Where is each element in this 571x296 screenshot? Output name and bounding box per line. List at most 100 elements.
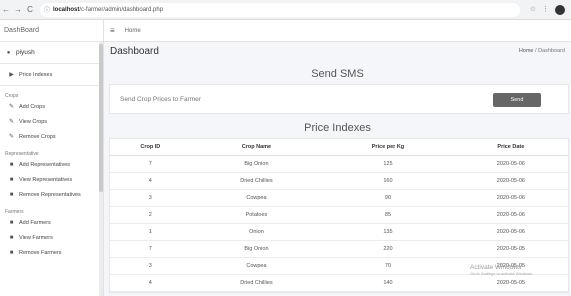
send-button[interactable]: Send xyxy=(493,93,541,107)
table-cell: 2 xyxy=(110,206,191,224)
user-icon: ■ xyxy=(9,176,14,183)
user-icon: ■ xyxy=(9,249,14,256)
breadcrumb-current: Dashboard xyxy=(538,48,565,54)
sidebar-heading-representative: Representative xyxy=(5,151,39,157)
page-title: Dashboard xyxy=(110,46,159,57)
sidebar-item-remove-crops[interactable]: ✎ Remove Crops xyxy=(0,129,103,144)
table-cell: 135 xyxy=(322,223,454,241)
user-icon: ■ xyxy=(9,191,14,198)
sidebar-item-add-farmers[interactable]: ■ Add Farmers xyxy=(0,215,103,230)
sidebar-item-view-crops[interactable]: ✎ View Crops xyxy=(0,114,103,129)
sidebar-item-label: Remove Crops xyxy=(19,133,56,140)
table-cell: Big Onion xyxy=(190,240,323,258)
table-cell: Dried Chillies xyxy=(190,172,323,190)
watermark-subtitle: Go to Settings to activate Windows. xyxy=(470,271,534,276)
nav-home-link[interactable]: Home xyxy=(125,28,141,34)
sms-card: Send Crop Prices to Farmer Send xyxy=(109,84,569,114)
table-cell: 3 xyxy=(110,189,191,207)
table-row: 4 Dried Chillies 160 2020-05-06 xyxy=(110,172,568,190)
sidebar-item-view-farmers[interactable]: ■ View Farmers xyxy=(0,230,103,245)
back-icon[interactable]: ← xyxy=(0,5,12,14)
column-header: Price Date xyxy=(453,139,568,156)
sidebar-scroll-thumb[interactable] xyxy=(99,44,103,192)
table-cell: 140 xyxy=(322,274,454,292)
price-indexes-title: Price Indexes xyxy=(304,122,371,134)
table-cell: 4 xyxy=(110,172,191,190)
table-cell: 160 xyxy=(322,172,454,190)
table-cell: Cowpea xyxy=(190,257,323,275)
activation-watermark: Activate Windows Go to Settings to activ… xyxy=(470,264,533,276)
breadcrumb: Home / Dashboard xyxy=(519,48,565,54)
sidebar-item-price-indexes[interactable]: ▶ Price Indexes xyxy=(0,64,103,86)
sidebar-item-view-representatives[interactable]: ■ View Representatives xyxy=(0,172,103,187)
user-icon: ● xyxy=(6,49,11,56)
profile-avatar[interactable] xyxy=(555,4,565,15)
pencil-icon: ✎ xyxy=(8,119,15,125)
table-cell: 2020-05-06 xyxy=(453,189,568,207)
browser-toolbar: ← → C ⓘ localhost /c-farmer/admin/dashbo… xyxy=(0,0,571,20)
bookmark-star-icon[interactable]: ☆ xyxy=(530,5,536,15)
watermark-title: Activate Windows xyxy=(470,264,522,271)
table-cell: Onion xyxy=(190,223,323,241)
table-cell: 2020-05-05 xyxy=(453,240,568,258)
sidebar-item-label: Add Farmers xyxy=(19,219,51,226)
sms-prompt: Send Crop Prices to Farmer xyxy=(120,95,201,103)
sidebar-item-add-crops[interactable]: ✎ Add Crops xyxy=(0,99,103,114)
sidebar-heading-farmers: Farmers xyxy=(5,209,24,215)
sidebar-item-label: Add Representatives xyxy=(19,161,71,168)
table-cell: 70 xyxy=(322,257,454,275)
sidebar-user[interactable]: ● piyush xyxy=(0,42,103,64)
user-icon: ■ xyxy=(9,219,14,226)
address-bar[interactable]: ⓘ localhost /c-farmer/admin/dashboard.ph… xyxy=(40,2,520,17)
table-cell: 1 xyxy=(110,223,191,241)
sms-section-title: Send SMS xyxy=(311,68,364,80)
table-cell: Potatoes xyxy=(190,206,323,224)
table-cell: 7 xyxy=(110,240,191,258)
sidebar-item-add-representatives[interactable]: ■ Add Representatives xyxy=(0,157,103,172)
sidebar-heading-crops: Crops xyxy=(5,93,19,99)
sidebar-item-label: Remove Representatives xyxy=(19,191,81,198)
sidebar-brand[interactable]: DashBoard xyxy=(0,20,103,42)
table-cell: 85 xyxy=(322,206,454,224)
table-row: 7 Big Onion 125 2020-05-06 xyxy=(110,155,568,173)
user-icon: ■ xyxy=(9,234,14,241)
user-name: piyush xyxy=(16,49,35,56)
table-cell: 2020-05-06 xyxy=(453,172,568,190)
table-cell: 2020-05-06 xyxy=(453,206,568,224)
browser-menu-icon[interactable]: ⋮ xyxy=(542,5,549,15)
table-cell: 220 xyxy=(322,240,454,258)
table-row: 7 Big Onion 220 2020-05-05 xyxy=(110,240,568,258)
table-cell: Cowpea xyxy=(190,189,323,207)
sidebar-item-label: Remove Farmers xyxy=(19,249,62,256)
reload-icon[interactable]: C xyxy=(24,5,36,14)
url-path: /c-farmer/admin/dashboard.php xyxy=(79,6,164,13)
column-header: Crop ID xyxy=(110,139,191,156)
sidebar: DashBoard ● piyush ▶ Price Indexes Crops… xyxy=(0,20,104,296)
info-icon[interactable]: ⓘ xyxy=(44,5,50,14)
main-content: Dashboard Home / Dashboard Send SMS Send… xyxy=(104,42,571,296)
sidebar-item-remove-representatives[interactable]: ■ Remove Representatives xyxy=(0,187,103,202)
table-cell: 3 xyxy=(110,257,191,275)
forward-icon[interactable]: → xyxy=(12,5,24,14)
url-host: localhost xyxy=(53,6,80,13)
table-cell: 90 xyxy=(322,189,454,207)
hamburger-menu-icon[interactable]: ≡ xyxy=(110,26,115,35)
table-cell: 7 xyxy=(110,155,191,173)
tag-icon: ▶ xyxy=(9,72,14,78)
column-header: Crop Name xyxy=(190,139,323,156)
table-row: 4 Dried Chillies 140 2020-05-05 xyxy=(110,274,568,292)
sidebar-item-label: View Representatives xyxy=(19,176,73,183)
table-cell: 125 xyxy=(322,155,454,173)
table-cell: 2020-05-06 xyxy=(453,223,568,241)
table-row: 1 Onion 135 2020-05-06 xyxy=(110,223,568,241)
breadcrumb-home[interactable]: Home xyxy=(519,48,534,54)
user-icon: ■ xyxy=(9,161,14,168)
sidebar-item-label: View Crops xyxy=(19,118,48,125)
table-row: 2 Potatoes 85 2020-05-06 xyxy=(110,206,568,224)
pencil-icon: ✎ xyxy=(8,104,15,110)
table-cell: Big Onion xyxy=(190,155,323,173)
sidebar-item-remove-farmers[interactable]: ■ Remove Farmers xyxy=(0,245,103,260)
table-cell: 4 xyxy=(110,274,191,292)
sidebar-item-label: View Farmers xyxy=(19,234,53,241)
table-row: 3 Cowpea 90 2020-05-06 xyxy=(110,189,568,207)
